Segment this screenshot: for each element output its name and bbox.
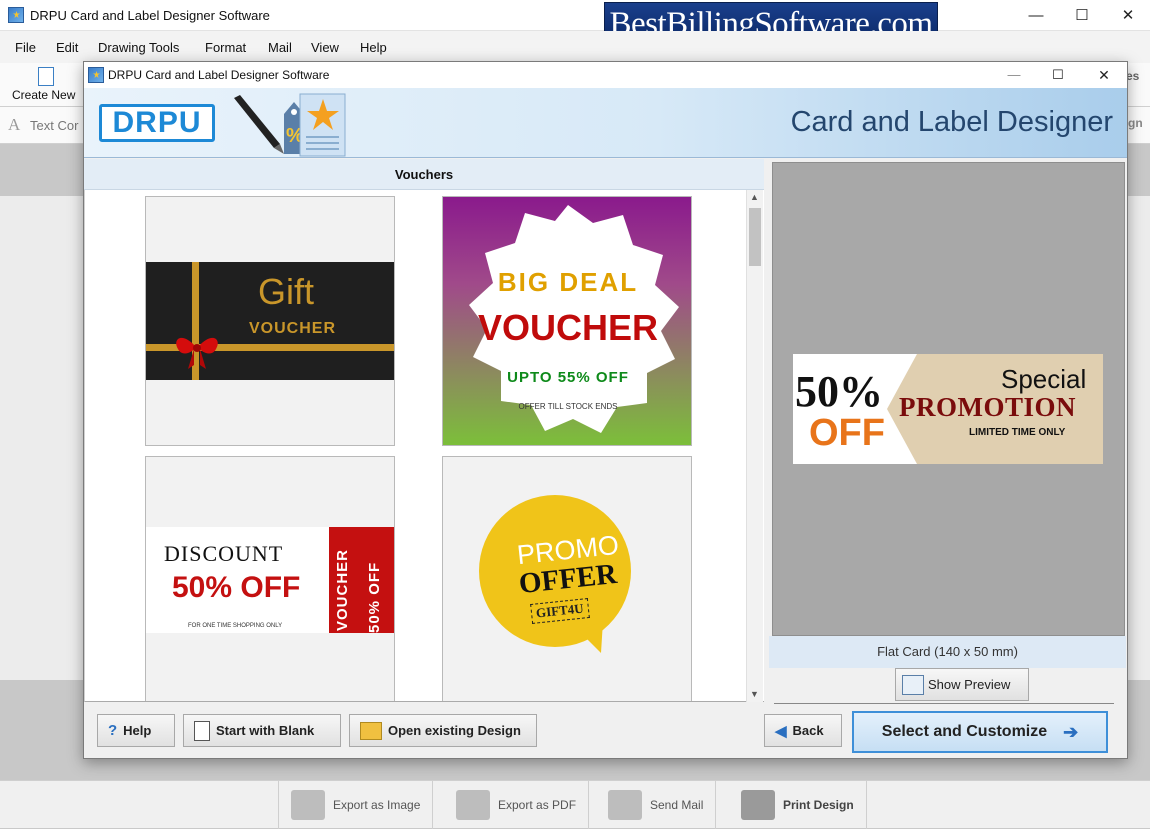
mail-icon: [608, 790, 642, 820]
dialog-app-icon: [88, 67, 104, 83]
divider: [774, 703, 1114, 704]
menu-format[interactable]: Format: [205, 40, 246, 55]
menu-edit[interactable]: Edit: [56, 40, 78, 55]
menu-mail[interactable]: Mail: [268, 40, 292, 55]
pen-tag-icon: %: [234, 93, 346, 157]
header-title: Card and Label Designer: [790, 106, 1113, 138]
drpu-logo: DRPU: [99, 104, 215, 142]
export-pdf-label: Export as PDF: [498, 798, 577, 812]
export-pdf-button[interactable]: Export as PDF: [444, 781, 590, 829]
dialog-header: DRPU % Card and Label Designer: [84, 88, 1127, 158]
template-gallery: Gift VOUCHER BIG DEAL VOUCHER UPTO 55% O…: [84, 190, 764, 702]
preview-off: OFF: [809, 412, 885, 454]
menu-help[interactable]: Help: [360, 40, 387, 55]
big-deal-voucher: VOUCHER: [477, 307, 659, 348]
back-button[interactable]: ◀ Back: [764, 714, 842, 747]
discount-side-voucher: VOUCHER: [334, 548, 351, 631]
discount-side-off: 50% OFF: [366, 561, 383, 633]
start-blank-label: Start with Blank: [216, 723, 315, 738]
help-icon: ?: [108, 722, 118, 739]
scroll-thumb[interactable]: [749, 208, 761, 266]
menu-drawing-tools[interactable]: Drawing Tools: [98, 40, 179, 55]
section-title: Vouchers: [84, 159, 764, 190]
template-big-deal[interactable]: BIG DEAL VOUCHER UPTO 55% OFF OFFER TILL…: [442, 196, 692, 446]
preview-pane: 50% OFF Special PROMOTION LIMITED TIME O…: [772, 162, 1125, 636]
menu-file[interactable]: File: [15, 40, 36, 55]
minimize-button[interactable]: —: [1013, 0, 1059, 31]
pdf-icon: [456, 790, 490, 820]
main-window-title: DRPU Card and Label Designer Software: [30, 8, 270, 23]
preview-promotion: PROMOTION: [899, 392, 1076, 422]
discount-value: 50% OFF: [172, 571, 301, 604]
close-button[interactable]: ✕: [1105, 0, 1150, 31]
folder-icon: [360, 721, 382, 740]
help-button[interactable]: ? Help: [97, 714, 175, 747]
preview-limited: LIMITED TIME ONLY: [969, 427, 1066, 438]
forward-arrow-icon: ➔: [1063, 721, 1079, 742]
big-deal-discount: UPTO 55% OFF: [507, 369, 629, 386]
open-existing-label: Open existing Design: [388, 723, 521, 738]
discount-note: FOR ONE TIME SHOPPING ONLY: [188, 623, 283, 629]
send-mail-label: Send Mail: [650, 798, 704, 812]
preview-special: Special: [1001, 364, 1087, 394]
dialog-maximize-button[interactable]: ☐: [1035, 62, 1081, 88]
print-design-label: Print Design: [783, 798, 854, 812]
export-image-button[interactable]: Export as Image: [278, 781, 434, 829]
big-deal-title: BIG DEAL: [497, 267, 639, 297]
text-icon: A: [8, 115, 21, 134]
dialog-title-bar: DRPU Card and Label Designer Software — …: [84, 62, 1127, 88]
printer-icon: [741, 790, 775, 820]
scroll-up-icon[interactable]: ▲: [750, 192, 759, 202]
main-title-bar: DRPU Card and Label Designer Software — …: [0, 0, 1150, 31]
preview-card: 50% OFF Special PROMOTION LIMITED TIME O…: [793, 354, 1103, 464]
show-preview-button[interactable]: Show Preview: [895, 668, 1029, 701]
new-document-icon: [38, 67, 54, 86]
dialog-minimize-button[interactable]: —: [991, 62, 1037, 88]
select-customize-button[interactable]: Select and Customize ➔: [852, 711, 1108, 753]
text-tool-label[interactable]: Text Cor: [30, 118, 78, 133]
template-discount[interactable]: DISCOUNT 50% OFF FOR ONE TIME SHOPPING O…: [145, 456, 395, 701]
toolbar-partial-label-2: gn: [1128, 116, 1143, 130]
start-blank-button[interactable]: Start with Blank: [183, 714, 341, 747]
show-preview-label: Show Preview: [928, 677, 1011, 692]
gift-title: Gift: [258, 271, 315, 312]
create-new-button[interactable]: Create New: [12, 88, 75, 102]
dialog-close-button[interactable]: ✕: [1081, 62, 1127, 88]
blank-page-icon: [194, 720, 210, 741]
image-icon: [291, 790, 325, 820]
print-design-button[interactable]: Print Design: [729, 781, 867, 829]
bottom-action-bar: Export as Image Export as PDF Send Mail …: [0, 780, 1150, 829]
maximize-button[interactable]: ☐: [1059, 0, 1105, 31]
preview-percent: 50%: [795, 367, 883, 416]
back-arrow-icon: ◀: [775, 722, 787, 740]
dialog-title: DRPU Card and Label Designer Software: [108, 68, 330, 82]
card-size-label: Flat Card (140 x 50 mm): [769, 636, 1126, 668]
export-image-label: Export as Image: [333, 798, 421, 812]
toolbar-partial-label-1: es: [1126, 69, 1140, 83]
gallery-scrollbar[interactable]: ▲ ▼: [746, 190, 763, 702]
back-label: Back: [792, 723, 824, 738]
gift-subtitle: VOUCHER: [249, 320, 337, 337]
menu-bar: File Edit Drawing Tools Format Mail View…: [0, 31, 1150, 63]
template-promo-offer[interactable]: PROMO OFFER GIFT4U: [442, 456, 692, 701]
scroll-down-icon[interactable]: ▼: [750, 689, 759, 699]
select-customize-label: Select and Customize: [881, 723, 1048, 740]
discount-title: DISCOUNT: [164, 541, 284, 566]
bow-icon: [176, 337, 218, 369]
open-existing-button[interactable]: Open existing Design: [349, 714, 537, 747]
app-icon: [8, 7, 24, 23]
big-deal-note: OFFER TILL STOCK ENDS: [518, 402, 618, 411]
help-label: Help: [123, 723, 152, 738]
magnifier-icon: [902, 674, 924, 695]
send-mail-button[interactable]: Send Mail: [596, 781, 717, 829]
template-dialog: DRPU Card and Label Designer Software — …: [83, 61, 1128, 759]
template-gift-voucher[interactable]: Gift VOUCHER: [145, 196, 395, 446]
menu-view[interactable]: View: [311, 40, 339, 55]
